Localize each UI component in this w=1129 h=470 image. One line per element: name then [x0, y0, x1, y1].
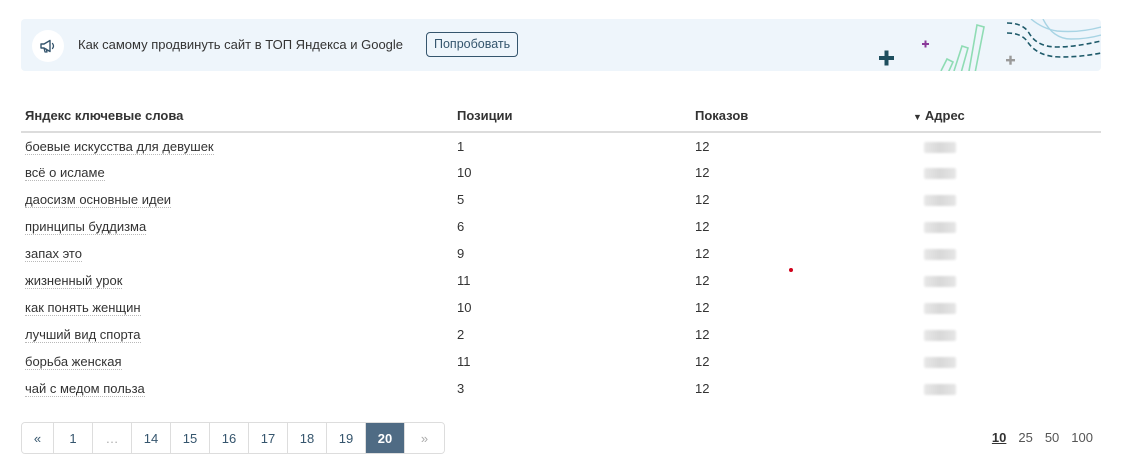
header-position[interactable]: Позиции	[453, 100, 691, 133]
per-page-50[interactable]: 50	[1045, 430, 1059, 445]
shows-cell: 12	[695, 273, 710, 288]
promo-text: Как самому продвинуть сайт в ТОП Яндекса…	[78, 37, 404, 52]
table-header-row: Яндекс ключевые слова Позиции Показов ▼ А…	[21, 100, 1101, 133]
pagination: « 1 … 14 15 16 17 18 19 20 »	[21, 422, 445, 454]
page-button-17[interactable]: 17	[249, 423, 288, 453]
page-ellipsis: …	[93, 423, 132, 453]
blurred-address	[924, 222, 956, 234]
shows-cell: 12	[695, 219, 710, 234]
position-cell: 9	[457, 246, 465, 261]
header-keyword[interactable]: Яндекс ключевые слова	[21, 100, 453, 133]
blurred-address	[924, 276, 956, 288]
page-button-15[interactable]: 15	[171, 423, 210, 453]
header-address-label: Адрес	[924, 108, 965, 123]
shows-cell: 12	[695, 138, 710, 154]
keyword-link[interactable]: жизненный урок	[25, 273, 123, 289]
position-cell: 3	[457, 381, 465, 396]
position-cell: 1	[457, 138, 465, 154]
table-row: борьба женская 11 12	[21, 348, 1101, 375]
table-row: боевые искусства для девушек 1 12	[21, 132, 1101, 159]
header-shows[interactable]: Показов	[691, 100, 909, 133]
shows-cell: 12	[695, 354, 710, 369]
keyword-link[interactable]: даосизм основные идеи	[25, 192, 172, 208]
page-button-14[interactable]: 14	[132, 423, 171, 453]
page-button-16[interactable]: 16	[210, 423, 249, 453]
table-row: как понять женщин 10 12	[21, 294, 1101, 321]
position-cell: 5	[457, 192, 465, 207]
table-row: чай с медом польза 3 12	[21, 375, 1101, 402]
page-next-button[interactable]: »	[405, 423, 444, 453]
page-button-current[interactable]: 20	[366, 423, 405, 453]
shows-cell: 12	[695, 192, 710, 207]
shows-cell: 12	[695, 327, 710, 342]
keyword-link[interactable]: всё о исламе	[25, 165, 105, 181]
table-row: даосизм основные идеи 5 12	[21, 186, 1101, 213]
table-row: принципы буддизма 6 12	[21, 213, 1101, 240]
position-cell: 11	[457, 273, 471, 288]
keyword-link[interactable]: запах это	[25, 246, 82, 262]
per-page-selector: 10 25 50 100	[992, 430, 1093, 445]
shows-cell: 12	[695, 300, 710, 315]
blurred-address	[924, 303, 956, 315]
shows-cell: 12	[695, 246, 710, 261]
position-cell: 11	[457, 354, 471, 369]
shows-cell: 12	[695, 381, 710, 396]
header-address[interactable]: ▼ Адрес	[909, 100, 1101, 133]
per-page-10[interactable]: 10	[992, 430, 1006, 445]
keyword-link[interactable]: боевые искусства для девушек	[25, 138, 214, 155]
position-cell: 2	[457, 327, 465, 342]
try-button[interactable]: Попробовать	[426, 32, 519, 57]
keyword-link[interactable]: как понять женщин	[25, 300, 141, 316]
page-button-1[interactable]: 1	[54, 423, 93, 453]
blurred-address	[924, 249, 956, 261]
cursor-dot	[789, 268, 793, 272]
per-page-100[interactable]: 100	[1071, 430, 1093, 445]
decorative-graphic	[879, 19, 1101, 71]
per-page-25[interactable]: 25	[1018, 430, 1032, 445]
table-row: лучший вид спорта 2 12	[21, 321, 1101, 348]
promo-banner: Как самому продвинуть сайт в ТОП Яндекса…	[21, 19, 1101, 71]
caret-down-icon: ▼	[913, 112, 922, 122]
shows-cell: 12	[695, 165, 710, 180]
position-cell: 6	[457, 219, 465, 234]
blurred-address	[924, 168, 956, 180]
blurred-address	[924, 384, 956, 396]
position-cell: 10	[457, 165, 472, 180]
blurred-address	[924, 195, 956, 207]
blurred-address	[924, 141, 956, 153]
blurred-address	[924, 330, 956, 342]
position-cell: 10	[457, 300, 472, 315]
megaphone-icon	[32, 30, 64, 62]
page-button-18[interactable]: 18	[288, 423, 327, 453]
keyword-link[interactable]: борьба женская	[25, 354, 122, 370]
table-row: жизненный урок 11 12	[21, 267, 1101, 294]
blurred-address	[924, 357, 956, 369]
keyword-link[interactable]: принципы буддизма	[25, 219, 147, 235]
page-button-19[interactable]: 19	[327, 423, 366, 453]
table-row: запах это 9 12	[21, 240, 1101, 267]
keywords-table: Яндекс ключевые слова Позиции Показов ▼ А…	[21, 100, 1101, 402]
page-prev-button[interactable]: «	[22, 423, 54, 453]
table-row: всё о исламе 10 12	[21, 159, 1101, 186]
keyword-link[interactable]: чай с медом польза	[25, 381, 145, 397]
keyword-link[interactable]: лучший вид спорта	[25, 327, 141, 343]
